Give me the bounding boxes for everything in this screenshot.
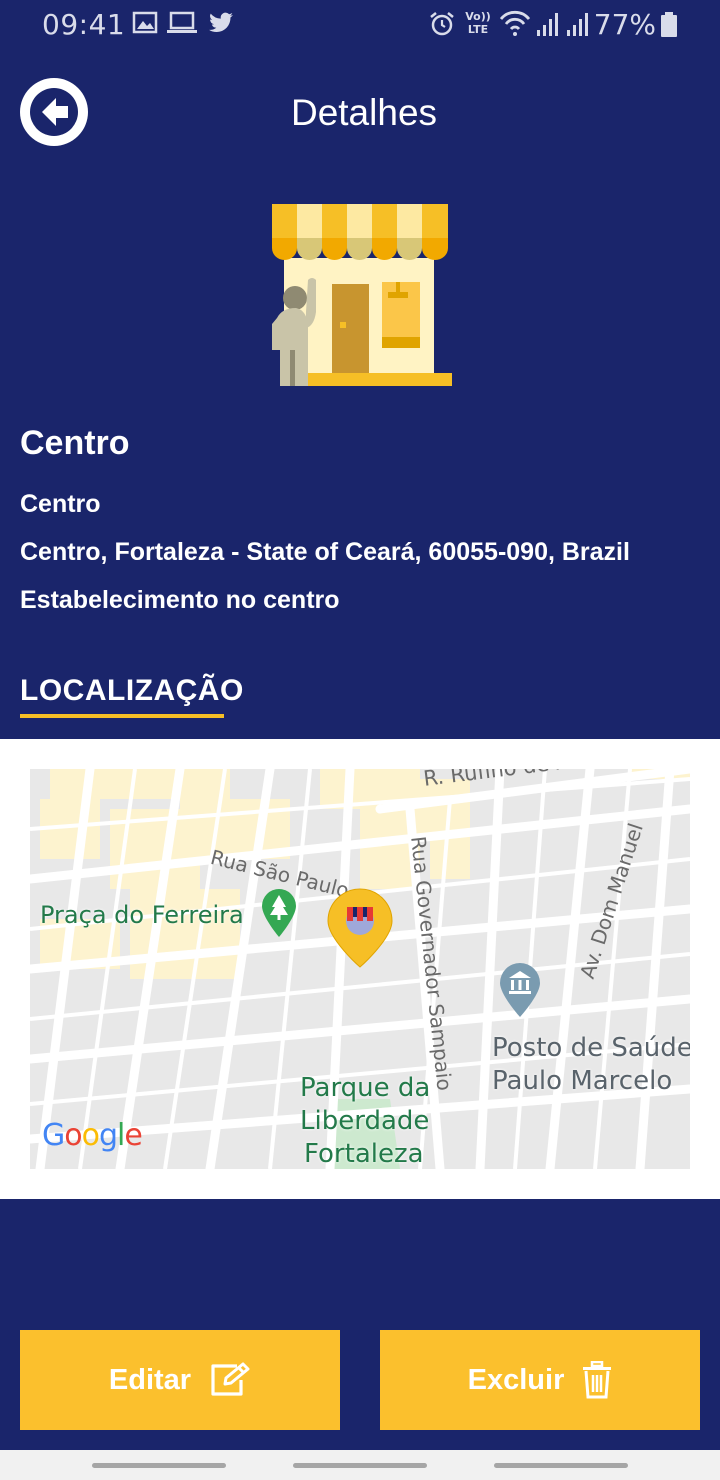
- map-label-parque-1: Parque da: [300, 1073, 431, 1103]
- status-bar: 09:41 Vo)) LTE 77%: [0, 0, 720, 50]
- volte-icon: Vo)) LTE: [463, 10, 493, 36]
- logo-letter: g: [98, 1118, 118, 1153]
- edit-button[interactable]: Editar: [20, 1330, 340, 1430]
- store-icon: [272, 204, 452, 386]
- map-label-posto-1: Posto de Saúde: [492, 1033, 690, 1063]
- alarm-icon: [430, 12, 454, 36]
- twitter-icon: [209, 12, 233, 32]
- battery-icon: [661, 12, 677, 37]
- place-address: Centro, Fortaleza - State of Ceará, 6005…: [20, 538, 630, 566]
- trash-icon: [583, 1361, 612, 1399]
- location-section-title: LOCALIZAÇÃO: [20, 674, 244, 707]
- volte-top-text: Vo)): [465, 10, 491, 23]
- place-name: Centro: [20, 424, 130, 462]
- delete-button-label: Excluir: [467, 1363, 565, 1396]
- map-label-parque-2: Liberdade: [300, 1106, 430, 1136]
- place-description: Estabelecimento no centro: [20, 586, 340, 614]
- battery-percent: 77%: [593, 8, 656, 41]
- location-marker-icon[interactable]: [326, 887, 394, 969]
- logo-letter: o: [64, 1118, 82, 1153]
- map-label-praca: Praça do Ferreira: [40, 901, 244, 929]
- logo-letter: o: [81, 1118, 100, 1153]
- signal-icon: [537, 13, 558, 36]
- map-label-parque-3: Fortaleza: [304, 1139, 424, 1169]
- park-marker-icon[interactable]: [260, 887, 298, 941]
- place-neighborhood: Centro: [20, 490, 101, 518]
- logo-letter: G: [42, 1118, 65, 1153]
- page-title: Detalhes: [290, 92, 438, 133]
- signal-icon: [567, 13, 588, 36]
- edit-button-label: Editar: [108, 1363, 192, 1396]
- volte-bottom-text: LTE: [467, 23, 489, 36]
- section-underline: [20, 714, 224, 718]
- laptop-icon: [167, 11, 197, 33]
- nav-home-button[interactable]: [293, 1463, 427, 1468]
- edit-icon: [211, 1362, 250, 1396]
- nav-recent-button[interactable]: [92, 1463, 226, 1468]
- map-panel: R. Rufino de Alençar Rua São Paulo Rua G…: [0, 739, 720, 1199]
- system-nav-bar: [0, 1450, 720, 1480]
- logo-letter: e: [124, 1118, 142, 1153]
- wifi-icon: [499, 10, 531, 36]
- status-time: 09:41: [42, 8, 126, 41]
- delete-button[interactable]: Excluir: [380, 1330, 700, 1430]
- nav-back-button[interactable]: [494, 1463, 628, 1468]
- map-view[interactable]: R. Rufino de Alençar Rua São Paulo Rua G…: [30, 769, 690, 1169]
- museum-marker-icon[interactable]: [498, 961, 542, 1019]
- map-label-posto-2: Paulo Marcelo: [492, 1066, 673, 1096]
- image-icon: [132, 11, 158, 34]
- google-logo: Google: [42, 1118, 143, 1153]
